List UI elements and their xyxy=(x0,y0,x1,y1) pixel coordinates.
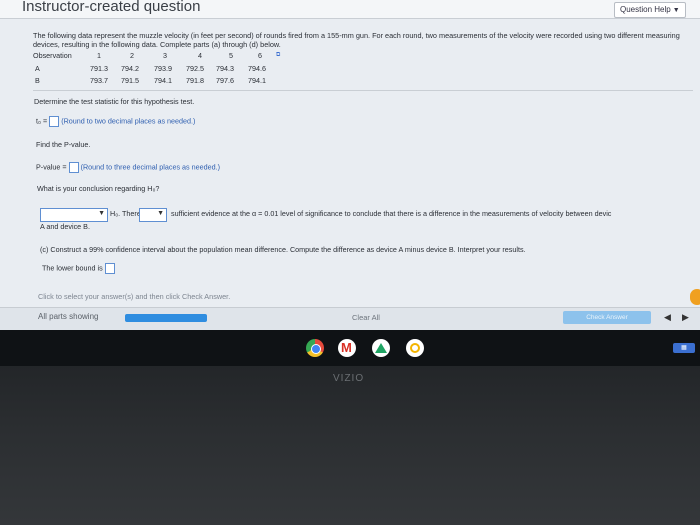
brand-logo: VIZIO xyxy=(333,373,365,384)
all-parts-label: All parts showing xyxy=(38,312,99,321)
table-col-header: 5 xyxy=(229,51,233,60)
t0-label: t₀ = xyxy=(36,116,48,126)
lower-bound-row: The lower bound is xyxy=(42,263,117,274)
table-col-header: 4 xyxy=(198,51,202,60)
table-col-header: 1 xyxy=(97,51,101,60)
test-stat-prompt: Determine the test statistic for this hy… xyxy=(34,97,195,106)
check-answer-button[interactable]: Check Answer xyxy=(563,311,651,324)
prev-arrow-icon[interactable]: ◀ xyxy=(664,312,671,323)
pvalue-input[interactable] xyxy=(68,162,79,173)
table-cell: 793.7 xyxy=(90,76,108,85)
caret-down-icon: ▼ xyxy=(672,7,680,14)
t0-hint: (Round to two decimal places as needed.) xyxy=(61,116,196,126)
side-tab[interactable] xyxy=(690,289,700,305)
row-label: A xyxy=(35,64,40,73)
dropdown-arrow-icon: ▼ xyxy=(157,210,164,217)
table-header-label: Observation xyxy=(33,51,72,60)
table-cell: 793.9 xyxy=(154,64,172,73)
t0-row: t₀ = (Round to two decimal places as need… xyxy=(36,116,195,127)
chrome-icon[interactable] xyxy=(306,339,324,357)
reject-dropdown[interactable]: ▼ xyxy=(40,208,108,222)
footer-instruction: Click to select your answer(s) and then … xyxy=(38,292,231,301)
divider xyxy=(33,90,693,91)
footer-bar: All parts showing Clear All Check Answer… xyxy=(0,307,700,330)
question-intro: The following data represent the muzzle … xyxy=(33,31,680,49)
part-c-prompt: (c) Construct a 99% confidence interval … xyxy=(40,245,526,254)
question-help-button[interactable]: Question Help ▼ xyxy=(614,2,686,18)
question-header: Instructor-created question Question Hel… xyxy=(0,0,700,19)
table-cell: 794.2 xyxy=(121,64,139,73)
is-is-not-dropdown[interactable]: ▼ xyxy=(139,208,167,222)
monitor-bezel: VIZIO xyxy=(0,366,700,525)
next-arrow-icon[interactable]: ▶ xyxy=(682,312,689,323)
conclusion-sentence: sufficient evidence at the α = 0.01 leve… xyxy=(171,209,612,218)
pvalue-label: P-value = xyxy=(36,162,67,172)
photos-icon[interactable] xyxy=(406,339,424,357)
tray-icon[interactable]: ▦ xyxy=(673,343,695,353)
h0-label: H₀. There xyxy=(110,209,141,218)
table-cell: 794.3 xyxy=(216,64,234,73)
clear-all-button[interactable]: Clear All xyxy=(352,313,380,322)
gmail-icon[interactable]: M xyxy=(338,339,356,357)
table-cell: 794.1 xyxy=(154,76,172,85)
browser-screen: Instructor-created question Question Hel… xyxy=(0,0,700,330)
table-cell: 792.5 xyxy=(186,64,204,73)
pvalue-hint: (Round to three decimal places as needed… xyxy=(80,162,221,172)
table-col-header: 2 xyxy=(130,51,134,60)
gmail-glyph: M xyxy=(341,340,352,355)
conclusion-sentence-wrap: A and device B. xyxy=(40,222,90,231)
table-cell: 797.6 xyxy=(216,76,234,85)
lower-bound-input[interactable] xyxy=(104,263,115,274)
dropdown-arrow-icon: ▼ xyxy=(98,210,105,217)
row-label: B xyxy=(35,76,40,85)
t0-input[interactable] xyxy=(49,116,60,127)
photo-frame: Instructor-created question Question Hel… xyxy=(0,0,700,525)
table-cell: 791.3 xyxy=(90,64,108,73)
lower-bound-label: The lower bound is xyxy=(42,263,103,273)
progress-bar xyxy=(125,314,207,322)
table-col-header: 6 xyxy=(258,51,262,60)
taskbar: M ▦ xyxy=(0,330,700,366)
pvalue-row: P-value = (Round to three decimal places … xyxy=(36,162,220,173)
table-cell: 791.8 xyxy=(186,76,204,85)
question-help-label: Question Help xyxy=(620,5,671,14)
copy-table-icon[interactable]: ⧉ xyxy=(276,52,280,59)
page-title: Instructor-created question xyxy=(22,0,201,15)
table-col-header: 3 xyxy=(163,51,167,60)
table-cell: 794.1 xyxy=(248,76,266,85)
drive-icon[interactable] xyxy=(372,339,390,357)
conclusion-prompt: What is your conclusion regarding H₀? xyxy=(37,184,160,193)
pvalue-prompt: Find the P-value. xyxy=(36,140,91,149)
table-cell: 791.5 xyxy=(121,76,139,85)
table-cell: 794.6 xyxy=(248,64,266,73)
